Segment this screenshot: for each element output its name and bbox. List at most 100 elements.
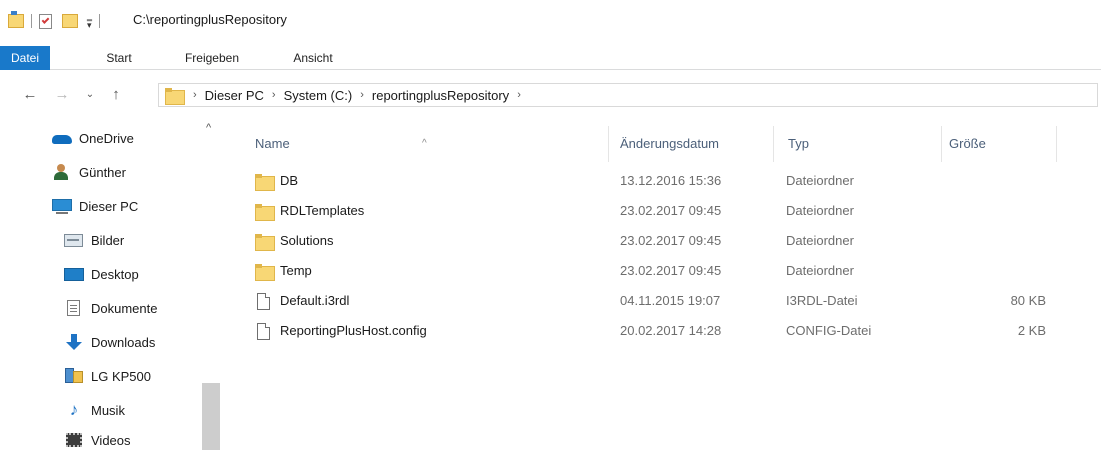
file-date: 13.12.2016 15:36 [620, 173, 722, 188]
sidebar-item-desktop[interactable]: Desktop [64, 260, 139, 288]
title-divider [98, 14, 100, 28]
sidebar-item-bilder[interactable]: Bilder [64, 226, 124, 254]
file-date: 23.02.2017 09:45 [620, 233, 722, 248]
file-size: 2 KB [1017, 323, 1046, 338]
breadcrumb-chevron-icon[interactable]: › [272, 89, 276, 101]
phone-icon [64, 368, 84, 384]
sidebar-item-lg-kp500[interactable]: LG KP500 [64, 362, 151, 390]
sidebar-item-downloads[interactable]: Downloads [64, 328, 155, 356]
column-header-size[interactable]: Größe [934, 126, 1049, 162]
navigation-bar: ← → ⌄ ↑ › Dieser PC › System (C:) › repo… [0, 80, 1101, 110]
file-icon [257, 286, 270, 316]
sidebar-item-videos[interactable]: Videos [64, 426, 131, 450]
column-header-label: Größe [949, 136, 986, 151]
file-type: Dateiordner [786, 233, 854, 248]
sidebar-item-label: Dieser PC [79, 198, 139, 214]
breadcrumb-repository[interactable]: reportingplusRepository [372, 88, 509, 103]
folder-icon [255, 226, 275, 256]
sidebar-item-label: Downloads [91, 334, 156, 350]
column-header-label: Änderungsdatum [620, 136, 720, 151]
column-header-date[interactable]: Änderungsdatum [605, 126, 773, 162]
sidebar-item-guenther[interactable]: Günther [52, 158, 126, 186]
downloads-icon [64, 334, 84, 350]
folder-icon [255, 196, 275, 226]
breadcrumb-system-c[interactable]: System (C:) [284, 88, 353, 103]
tab-start[interactable]: Start [97, 46, 141, 70]
qat-divider [31, 14, 32, 28]
table-row[interactable]: Solutions 23.02.2017 09:45 Dateiordner [240, 226, 1060, 256]
customize-qat-icon[interactable]: ‗ ▾ [87, 12, 92, 30]
navigation-pane: OneDrive Günther Dieser PC Bilder Deskto… [0, 118, 222, 450]
sidebar-item-label: Dokumente [91, 300, 158, 316]
tab-datei[interactable]: Datei [0, 46, 50, 70]
breadcrumb-chevron-icon[interactable]: › [193, 89, 197, 101]
file-size: 80 KB [1010, 293, 1046, 308]
window-title: C:\reportingplusRepository [133, 12, 287, 27]
sidebar-item-label: OneDrive [79, 130, 134, 146]
folder-icon [255, 256, 275, 286]
file-icon [257, 316, 270, 346]
breadcrumb-dieser-pc[interactable]: Dieser PC [205, 88, 264, 103]
file-name: DB [280, 173, 299, 188]
sidebar-scrollbar[interactable]: ^ [202, 118, 220, 450]
column-header-label: Typ [788, 136, 809, 151]
sidebar-item-onedrive[interactable]: OneDrive [52, 124, 134, 152]
tab-freigeben[interactable]: Freigeben [172, 46, 252, 70]
file-size [950, 166, 1046, 196]
table-row[interactable]: Default.i3rdl 04.11.2015 19:07 I3RDL-Dat… [240, 286, 1060, 316]
recent-locations-icon[interactable]: ⌄ [80, 85, 100, 105]
onedrive-icon [52, 130, 72, 146]
pc-icon [52, 198, 72, 214]
quick-access-toolbar: ‗ ▾ [8, 10, 107, 32]
file-type: Dateiordner [786, 173, 854, 188]
scroll-thumb[interactable] [202, 383, 220, 450]
title-bar: ‗ ▾ C:\reportingplusRepository [0, 0, 1101, 46]
sort-ascending-icon: ^ [422, 138, 427, 149]
file-type: I3RDL-Datei [786, 293, 858, 308]
sidebar-item-dokumente[interactable]: Dokumente [64, 294, 157, 322]
address-bar[interactable]: › Dieser PC › System (C:) › reportingplu… [158, 83, 1098, 107]
table-row[interactable]: DB 13.12.2016 15:36 Dateiordner [240, 166, 1060, 196]
breadcrumb-chevron-icon[interactable]: › [517, 89, 521, 101]
location-folder-icon [165, 87, 185, 105]
sidebar-item-musik[interactable]: ♪ Musik [64, 396, 125, 424]
file-name: ReportingPlusHost.config [280, 323, 427, 338]
sidebar-item-label: Videos [91, 432, 131, 448]
column-header-name[interactable]: Name ^ [240, 126, 608, 162]
file-name: Solutions [280, 233, 334, 248]
videos-icon [64, 432, 84, 448]
up-icon[interactable]: ↑ [106, 85, 126, 105]
file-type: CONFIG-Datei [786, 323, 872, 338]
tab-ansicht[interactable]: Ansicht [281, 46, 345, 70]
table-row[interactable]: RDLTemplates 23.02.2017 09:45 Dateiordne… [240, 196, 1060, 226]
forward-icon[interactable]: → [52, 85, 72, 105]
file-type: Dateiordner [786, 203, 854, 218]
table-row[interactable]: Temp 23.02.2017 09:45 Dateiordner [240, 256, 1060, 286]
column-header-type[interactable]: Typ [773, 126, 941, 162]
file-name: Temp [280, 263, 312, 278]
file-list: Name ^ Änderungsdatum Typ Größe DB 13.12… [240, 118, 1101, 450]
file-date: 23.02.2017 09:45 [620, 263, 722, 278]
file-date: 23.02.2017 09:45 [620, 203, 722, 218]
folder-app-icon [8, 11, 24, 28]
sidebar-item-dieser-pc[interactable]: Dieser PC [52, 192, 138, 220]
file-date: 20.02.2017 14:28 [620, 323, 722, 338]
file-size [950, 196, 1046, 226]
new-folder-icon[interactable] [62, 14, 78, 28]
back-icon[interactable]: ← [20, 85, 40, 105]
properties-icon[interactable] [39, 13, 52, 29]
file-date: 04.11.2015 19:07 [620, 293, 721, 308]
sidebar-item-label: LG KP500 [91, 368, 151, 384]
sidebar-item-label: Bilder [91, 232, 125, 248]
ribbon-tabs: Datei Start Freigeben Ansicht [0, 46, 1101, 70]
scroll-up-icon[interactable]: ^ [206, 122, 211, 134]
column-divider[interactable] [1056, 126, 1057, 162]
pictures-icon [64, 232, 84, 248]
file-name: RDLTemplates [280, 203, 365, 218]
sidebar-item-label: Musik [91, 402, 125, 418]
table-row[interactable]: ReportingPlusHost.config 20.02.2017 14:2… [240, 316, 1060, 346]
documents-icon [64, 300, 84, 316]
sidebar-item-label: Günther [79, 164, 126, 180]
breadcrumb-chevron-icon[interactable]: › [360, 89, 364, 101]
folder-icon [255, 166, 275, 196]
